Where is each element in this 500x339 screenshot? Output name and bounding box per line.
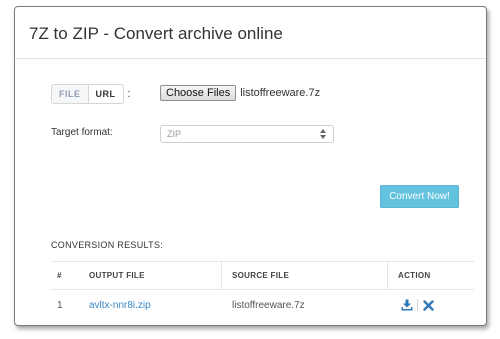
title-divider bbox=[15, 58, 486, 59]
col-header-output-file: OUTPUT FILE bbox=[89, 271, 145, 280]
source-toggle-group: FILE URL bbox=[51, 84, 124, 104]
toggle-url[interactable]: URL bbox=[88, 85, 123, 103]
row-index: 1 bbox=[57, 299, 63, 311]
table-row: 1 avltx-nnr8i.zip listoffreeware.7z bbox=[51, 290, 474, 320]
download-button[interactable] bbox=[401, 299, 413, 311]
download-icon bbox=[401, 299, 413, 311]
col-header-source-file: SOURCE FILE bbox=[232, 271, 290, 280]
col-header-index: # bbox=[57, 271, 62, 280]
convert-now-button[interactable]: Convert Now! bbox=[380, 185, 459, 208]
target-format-select[interactable]: ZIP bbox=[160, 125, 334, 143]
action-separator bbox=[417, 299, 418, 311]
source-file-name: listoffreeware.7z bbox=[232, 299, 305, 311]
toggle-file[interactable]: FILE bbox=[52, 85, 89, 103]
delete-button[interactable] bbox=[422, 299, 434, 311]
results-header-row: # OUTPUT FILE SOURCE FILE ACTION bbox=[51, 261, 474, 290]
output-file-link[interactable]: avltx-nnr8i.zip bbox=[89, 290, 151, 320]
page-title: 7Z to ZIP - Convert archive online bbox=[29, 24, 283, 43]
source-toggle: FILE URL : bbox=[51, 84, 131, 104]
converter-panel: 7Z to ZIP - Convert archive online FILE … bbox=[14, 6, 487, 326]
file-chooser: Choose Files listoffreeware.7z bbox=[160, 84, 320, 101]
col-separator bbox=[387, 262, 388, 289]
target-format-value: ZIP bbox=[167, 129, 182, 139]
target-format-label: Target format: bbox=[51, 127, 113, 138]
results-table: # OUTPUT FILE SOURCE FILE ACTION 1 avltx… bbox=[51, 261, 474, 320]
choose-files-button[interactable]: Choose Files bbox=[160, 84, 237, 101]
selected-file-name: listoffreeware.7z bbox=[240, 86, 321, 99]
col-header-action: ACTION bbox=[398, 271, 431, 280]
row-actions bbox=[401, 290, 434, 320]
toggle-colon: : bbox=[127, 88, 131, 100]
close-icon bbox=[422, 299, 434, 311]
col-separator bbox=[221, 262, 222, 289]
select-arrows-icon bbox=[320, 129, 326, 139]
results-heading: CONVERSION RESULTS: bbox=[51, 240, 164, 250]
